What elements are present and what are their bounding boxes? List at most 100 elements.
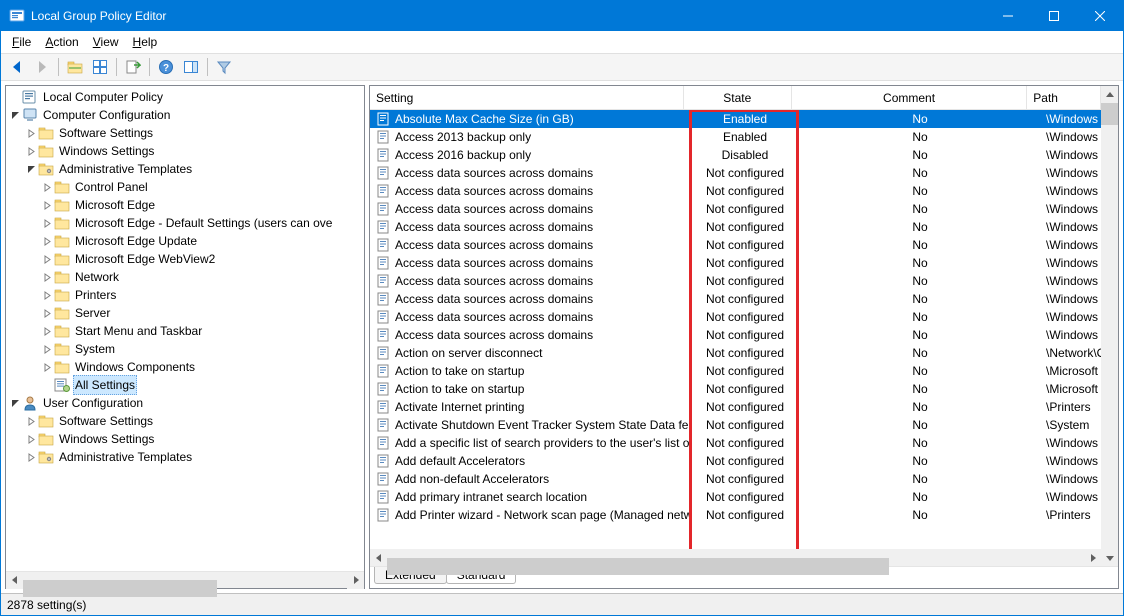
list-row[interactable]: Add default AcceleratorsNot configuredNo… bbox=[370, 452, 1101, 470]
show-tree-button[interactable] bbox=[63, 56, 87, 78]
expand-icon[interactable] bbox=[24, 432, 38, 446]
list-row[interactable]: Add a specific list of search providers … bbox=[370, 434, 1101, 452]
column-setting[interactable]: Setting bbox=[370, 86, 684, 109]
expand-icon[interactable] bbox=[40, 252, 54, 266]
tree-item-computer-configuration[interactable]: Computer Configuration bbox=[8, 106, 364, 124]
tree-item-at-7[interactable]: Server bbox=[8, 304, 364, 322]
list-row[interactable]: Access data sources across domainsNot co… bbox=[370, 164, 1101, 182]
scrollbar-thumb[interactable] bbox=[23, 580, 217, 597]
forward-button[interactable] bbox=[30, 56, 54, 78]
list-row[interactable]: Action on server disconnectNot configure… bbox=[370, 344, 1101, 362]
column-comment[interactable]: Comment bbox=[792, 86, 1027, 109]
tree-item-at-10[interactable]: Windows Components bbox=[8, 358, 364, 376]
expand-icon[interactable] bbox=[40, 198, 54, 212]
scroll-right-icon[interactable] bbox=[1084, 549, 1101, 566]
list-row[interactable]: Add Printer wizard - Network scan page (… bbox=[370, 506, 1101, 524]
setting-comment: No bbox=[800, 310, 1040, 324]
list-horizontal-scrollbar[interactable] bbox=[370, 549, 1101, 566]
list-row[interactable]: Access data sources across domainsNot co… bbox=[370, 200, 1101, 218]
tree-item-at-5[interactable]: Network bbox=[8, 268, 364, 286]
tree-item-at-0[interactable]: Control Panel bbox=[8, 178, 364, 196]
list-row[interactable]: Access data sources across domainsNot co… bbox=[370, 290, 1101, 308]
tree-item-user-configuration[interactable]: User Configuration bbox=[8, 394, 364, 412]
scroll-up-icon[interactable] bbox=[1101, 86, 1118, 103]
scroll-left-icon[interactable] bbox=[6, 572, 23, 589]
list-row[interactable]: Access 2013 backup onlyEnabledNo\Windows… bbox=[370, 128, 1101, 146]
scrollbar-thumb[interactable] bbox=[1101, 103, 1118, 125]
expand-icon[interactable] bbox=[40, 288, 54, 302]
list-vertical-scrollbar[interactable] bbox=[1101, 86, 1118, 566]
tree-item-uc-0[interactable]: Software Settings bbox=[8, 412, 364, 430]
setting-icon bbox=[376, 364, 391, 379]
menu-action[interactable]: Action bbox=[38, 33, 85, 51]
tree-item-admin-templates[interactable]: Administrative Templates bbox=[8, 160, 364, 178]
list-row[interactable]: Access data sources across domainsNot co… bbox=[370, 182, 1101, 200]
expand-icon[interactable] bbox=[24, 450, 38, 464]
tree-item-at-3[interactable]: Microsoft Edge Update bbox=[8, 232, 364, 250]
expand-icon[interactable] bbox=[24, 414, 38, 428]
tree-horizontal-scrollbar[interactable] bbox=[6, 571, 364, 588]
tree-item-uc-2[interactable]: Administrative Templates bbox=[8, 448, 364, 466]
expand-icon[interactable] bbox=[40, 234, 54, 248]
tree-item-all-settings[interactable]: All Settings bbox=[8, 376, 364, 394]
scroll-down-icon[interactable] bbox=[1101, 549, 1118, 566]
tree-item-at-2[interactable]: Microsoft Edge - Default Settings (users… bbox=[8, 214, 364, 232]
tree-item-at-9[interactable]: System bbox=[8, 340, 364, 358]
help-button[interactable]: ? bbox=[154, 56, 178, 78]
column-path[interactable]: Path bbox=[1027, 86, 1101, 109]
tree-label: Microsoft Edge WebView2 bbox=[73, 250, 217, 268]
policy-icon bbox=[22, 89, 38, 105]
tree-item-cc-0[interactable]: Software Settings bbox=[8, 124, 364, 142]
menu-view[interactable]: View bbox=[86, 33, 126, 51]
expand-icon[interactable] bbox=[24, 126, 38, 140]
list-row[interactable]: Activate Shutdown Event Tracker System S… bbox=[370, 416, 1101, 434]
menu-help[interactable]: Help bbox=[126, 33, 165, 51]
expand-icon[interactable] bbox=[40, 342, 54, 356]
list-row[interactable]: Access data sources across domainsNot co… bbox=[370, 308, 1101, 326]
list-row[interactable]: Add non-default AcceleratorsNot configur… bbox=[370, 470, 1101, 488]
export-list-button[interactable] bbox=[121, 56, 145, 78]
column-state[interactable]: State bbox=[684, 86, 792, 109]
expand-icon[interactable] bbox=[40, 360, 54, 374]
expand-icon[interactable] bbox=[40, 216, 54, 230]
scrollbar-thumb[interactable] bbox=[387, 558, 889, 575]
list-row[interactable]: Action to take on startupNot configuredN… bbox=[370, 362, 1101, 380]
tree-item-uc-1[interactable]: Windows Settings bbox=[8, 430, 364, 448]
list-row[interactable]: Access data sources across domainsNot co… bbox=[370, 254, 1101, 272]
expand-icon[interactable] bbox=[40, 270, 54, 284]
list-row[interactable]: Access 2016 backup onlyDisabledNo\Window… bbox=[370, 146, 1101, 164]
list-row[interactable]: Add primary intranet search locationNot … bbox=[370, 488, 1101, 506]
tree-item-at-4[interactable]: Microsoft Edge WebView2 bbox=[8, 250, 364, 268]
expand-icon[interactable] bbox=[40, 306, 54, 320]
tree-item-at-1[interactable]: Microsoft Edge bbox=[8, 196, 364, 214]
expand-icon[interactable] bbox=[40, 180, 54, 194]
menu-file[interactable]: File bbox=[5, 33, 38, 51]
list-row[interactable]: Access data sources across domainsNot co… bbox=[370, 236, 1101, 254]
tree-item-at-6[interactable]: Printers bbox=[8, 286, 364, 304]
tree-item-root[interactable]: Local Computer Policy bbox=[8, 88, 364, 106]
collapse-icon[interactable] bbox=[24, 162, 38, 176]
list-row[interactable]: Access data sources across domainsNot co… bbox=[370, 218, 1101, 236]
filter-button[interactable] bbox=[212, 56, 236, 78]
collapse-icon[interactable] bbox=[8, 108, 22, 122]
tree-item-cc-1[interactable]: Windows Settings bbox=[8, 142, 364, 160]
back-button[interactable] bbox=[5, 56, 29, 78]
action-pane-button[interactable] bbox=[179, 56, 203, 78]
list-row[interactable]: Activate Internet printingNot configured… bbox=[370, 398, 1101, 416]
properties-button[interactable] bbox=[88, 56, 112, 78]
list-row[interactable]: Access data sources across domainsNot co… bbox=[370, 272, 1101, 290]
list-row[interactable]: Access data sources across domainsNot co… bbox=[370, 326, 1101, 344]
expand-icon[interactable] bbox=[40, 324, 54, 338]
expand-icon[interactable] bbox=[24, 144, 38, 158]
collapse-icon[interactable] bbox=[8, 396, 22, 410]
scroll-left-icon[interactable] bbox=[370, 549, 387, 566]
list-row[interactable]: Action to take on startupNot configuredN… bbox=[370, 380, 1101, 398]
setting-name: Access data sources across domains bbox=[395, 220, 593, 234]
scroll-right-icon[interactable] bbox=[347, 572, 364, 589]
setting-state: Not configured bbox=[690, 328, 800, 342]
close-button[interactable] bbox=[1077, 1, 1123, 31]
list-row[interactable]: Absolute Max Cache Size (in GB)EnabledNo… bbox=[370, 110, 1101, 128]
minimize-button[interactable] bbox=[985, 1, 1031, 31]
maximize-button[interactable] bbox=[1031, 1, 1077, 31]
tree-item-at-8[interactable]: Start Menu and Taskbar bbox=[8, 322, 364, 340]
